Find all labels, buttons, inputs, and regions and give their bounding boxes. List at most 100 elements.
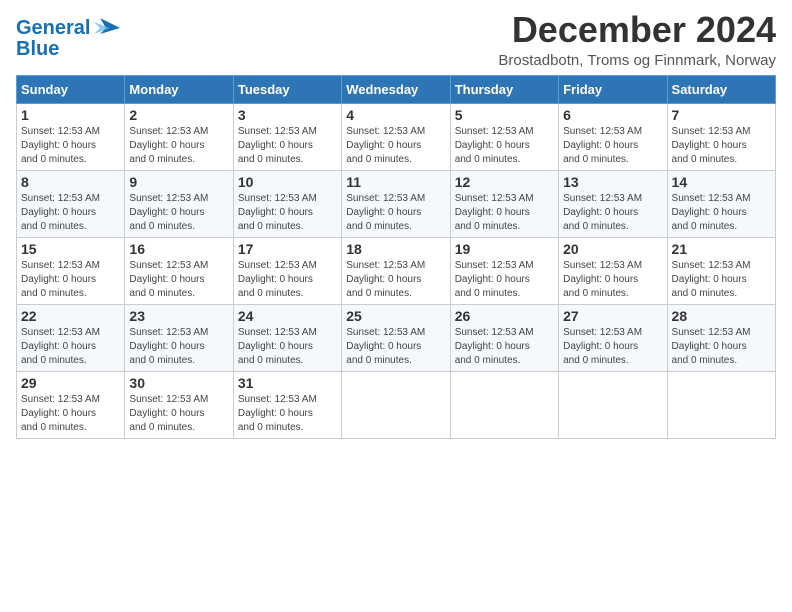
day-info: Sunset: 12:53 AMDaylight: 0 hoursand 0 m… xyxy=(455,192,554,234)
table-row: 31 Sunset: 12:53 AMDaylight: 0 hoursand 0… xyxy=(233,371,341,438)
day-number: 25 xyxy=(346,308,445,324)
table-row: 23 Sunset: 12:53 AMDaylight: 0 hoursand 0… xyxy=(125,304,233,371)
header-sunday: Sunday xyxy=(17,75,125,103)
calendar-week-row: 8 Sunset: 12:53 AMDaylight: 0 hoursand 0 … xyxy=(17,170,776,237)
table-row: 29Sunset: 12:53 AMDaylight: 0 hoursand 0… xyxy=(17,371,125,438)
title-block: December 2024 Brostadbotn, Troms og Finn… xyxy=(498,10,776,69)
day-info: Sunset: 12:53 AMDaylight: 0 hoursand 0 m… xyxy=(563,326,662,368)
day-number: 31 xyxy=(238,375,337,391)
day-info: Sunset: 12:53 AMDaylight: 0 hoursand 0 m… xyxy=(238,192,337,234)
day-info: Sunset: 12:53 AMDaylight: 0 hoursand 0 m… xyxy=(672,125,771,167)
day-number: 17 xyxy=(238,241,337,257)
table-row: 16 Sunset: 12:53 AMDaylight: 0 hoursand 0… xyxy=(125,237,233,304)
day-number: 20 xyxy=(563,241,662,257)
table-row: 28Sunset: 12:53 AMDaylight: 0 hoursand 0… xyxy=(667,304,775,371)
table-row: 13Sunset: 12:53 AMDaylight: 0 hoursand 0… xyxy=(559,170,667,237)
day-number: 9 xyxy=(129,174,228,190)
weekday-header-row: Sunday Monday Tuesday Wednesday Thursday… xyxy=(17,75,776,103)
day-info: Sunset: 12:53 AMDaylight: 0 hoursand 0 m… xyxy=(672,326,771,368)
day-number: 15 xyxy=(21,241,120,257)
location-title: Brostadbotn, Troms og Finnmark, Norway xyxy=(498,52,776,69)
day-info: Sunset: 12:53 AMDaylight: 0 hoursand 0 m… xyxy=(21,125,120,167)
calendar-week-row: 15 Sunset: 12:53 AMDaylight: 0 hoursand 0… xyxy=(17,237,776,304)
day-info: Sunset: 12:53 AMDaylight: 0 hoursand 0 m… xyxy=(563,259,662,301)
table-row: 9Sunset: 12:53 AMDaylight: 0 hoursand 0 … xyxy=(125,170,233,237)
day-number: 18 xyxy=(346,241,445,257)
day-number: 27 xyxy=(563,308,662,324)
table-row: 26Sunset: 12:53 AMDaylight: 0 hoursand 0… xyxy=(450,304,558,371)
day-number: 12 xyxy=(455,174,554,190)
day-info: Sunset: 12:53 AMDaylight: 0 hoursand 0 m… xyxy=(346,259,445,301)
table-row: 7Sunset: 12:53 AMDaylight: 0 hoursand 0 … xyxy=(667,103,775,170)
day-info: Sunset: 12:53 AMDaylight: 0 hoursand 0 m… xyxy=(346,192,445,234)
header-tuesday: Tuesday xyxy=(233,75,341,103)
calendar-week-row: 22 Sunset: 12:53 AMDaylight: 0 hoursand 0… xyxy=(17,304,776,371)
logo: General Blue xyxy=(16,14,120,61)
day-number: 13 xyxy=(563,174,662,190)
calendar-week-row: 1Sunset: 12:53 AMDaylight: 0 hoursand 0 … xyxy=(17,103,776,170)
day-number: 2 xyxy=(129,107,228,123)
table-row: 15 Sunset: 12:53 AMDaylight: 0 hoursand 0… xyxy=(17,237,125,304)
day-info: Sunset: 12:53 AMDaylight: 0 hoursand 0 m… xyxy=(672,192,771,234)
day-number: 8 xyxy=(21,174,120,190)
day-number: 4 xyxy=(346,107,445,123)
table-row: 5 Sunset: 12:53 AMDaylight: 0 hoursand 0 … xyxy=(450,103,558,170)
table-row: 27 Sunset: 12:53 AMDaylight: 0 hoursand 0… xyxy=(559,304,667,371)
day-number: 16 xyxy=(129,241,228,257)
day-info: Sunset: 12:53 AMDaylight: 0 hoursand 0 m… xyxy=(21,393,120,435)
table-row xyxy=(342,371,450,438)
day-info: Sunset: 12:53 AMDaylight: 0 hoursand 0 m… xyxy=(455,259,554,301)
table-row: 21Sunset: 12:53 AMDaylight: 0 hoursand 0… xyxy=(667,237,775,304)
header-wednesday: Wednesday xyxy=(342,75,450,103)
day-info: Sunset: 12:53 AMDaylight: 0 hoursand 0 m… xyxy=(238,125,337,167)
day-info: Sunset: 12:53 AMDaylight: 0 hoursand 0 m… xyxy=(21,326,120,368)
table-row: 2 Sunset: 12:53 AMDaylight: 0 hoursand 0 … xyxy=(125,103,233,170)
day-info: Sunset: 12:53 AMDaylight: 0 hoursand 0 m… xyxy=(346,326,445,368)
day-number: 24 xyxy=(238,308,337,324)
header-friday: Friday xyxy=(559,75,667,103)
header-saturday: Saturday xyxy=(667,75,775,103)
table-row: 6 Sunset: 12:53 AMDaylight: 0 hoursand 0 … xyxy=(559,103,667,170)
page: General Blue December 2024 Brostadbotn, … xyxy=(0,0,792,612)
table-row: 24 Sunset: 12:53 AMDaylight: 0 hoursand 0… xyxy=(233,304,341,371)
day-info: Sunset: 12:53 AMDaylight: 0 hoursand 0 m… xyxy=(129,326,228,368)
logo-icon xyxy=(92,14,120,42)
table-row: 18 Sunset: 12:53 AMDaylight: 0 hoursand 0… xyxy=(342,237,450,304)
table-row: 20 Sunset: 12:53 AMDaylight: 0 hoursand 0… xyxy=(559,237,667,304)
day-number: 10 xyxy=(238,174,337,190)
header: General Blue December 2024 Brostadbotn, … xyxy=(16,10,776,69)
table-row: 22 Sunset: 12:53 AMDaylight: 0 hoursand 0… xyxy=(17,304,125,371)
day-info: Sunset: 12:53 AMDaylight: 0 hoursand 0 m… xyxy=(238,326,337,368)
table-row: 17 Sunset: 12:53 AMDaylight: 0 hoursand 0… xyxy=(233,237,341,304)
day-number: 3 xyxy=(238,107,337,123)
day-number: 5 xyxy=(455,107,554,123)
table-row: 11Sunset: 12:53 AMDaylight: 0 hoursand 0… xyxy=(342,170,450,237)
day-info: Sunset: 12:53 AMDaylight: 0 hoursand 0 m… xyxy=(346,125,445,167)
calendar-week-row: 29Sunset: 12:53 AMDaylight: 0 hoursand 0… xyxy=(17,371,776,438)
table-row xyxy=(667,371,775,438)
table-row: 19 Sunset: 12:53 AMDaylight: 0 hoursand 0… xyxy=(450,237,558,304)
table-row xyxy=(559,371,667,438)
day-number: 23 xyxy=(129,308,228,324)
day-info: Sunset: 12:53 AMDaylight: 0 hoursand 0 m… xyxy=(129,259,228,301)
day-info: Sunset: 12:53 AMDaylight: 0 hoursand 0 m… xyxy=(563,125,662,167)
day-number: 6 xyxy=(563,107,662,123)
logo-text: General xyxy=(16,17,90,39)
day-info: Sunset: 12:53 AMDaylight: 0 hoursand 0 m… xyxy=(129,393,228,435)
day-info: Sunset: 12:53 AMDaylight: 0 hoursand 0 m… xyxy=(238,393,337,435)
day-info: Sunset: 12:53 AMDaylight: 0 hoursand 0 m… xyxy=(21,259,120,301)
day-info: Sunset: 12:53 AMDaylight: 0 hoursand 0 m… xyxy=(129,125,228,167)
table-row: 12 Sunset: 12:53 AMDaylight: 0 hoursand 0… xyxy=(450,170,558,237)
header-thursday: Thursday xyxy=(450,75,558,103)
table-row: 25 Sunset: 12:53 AMDaylight: 0 hoursand 0… xyxy=(342,304,450,371)
day-info: Sunset: 12:53 AMDaylight: 0 hoursand 0 m… xyxy=(238,259,337,301)
day-number: 19 xyxy=(455,241,554,257)
table-row xyxy=(450,371,558,438)
day-number: 14 xyxy=(672,174,771,190)
table-row: 30Sunset: 12:53 AMDaylight: 0 hoursand 0… xyxy=(125,371,233,438)
day-info: Sunset: 12:53 AMDaylight: 0 hoursand 0 m… xyxy=(455,125,554,167)
day-number: 21 xyxy=(672,241,771,257)
table-row: 1Sunset: 12:53 AMDaylight: 0 hoursand 0 … xyxy=(17,103,125,170)
table-row: 3 Sunset: 12:53 AMDaylight: 0 hoursand 0 … xyxy=(233,103,341,170)
day-number: 22 xyxy=(21,308,120,324)
